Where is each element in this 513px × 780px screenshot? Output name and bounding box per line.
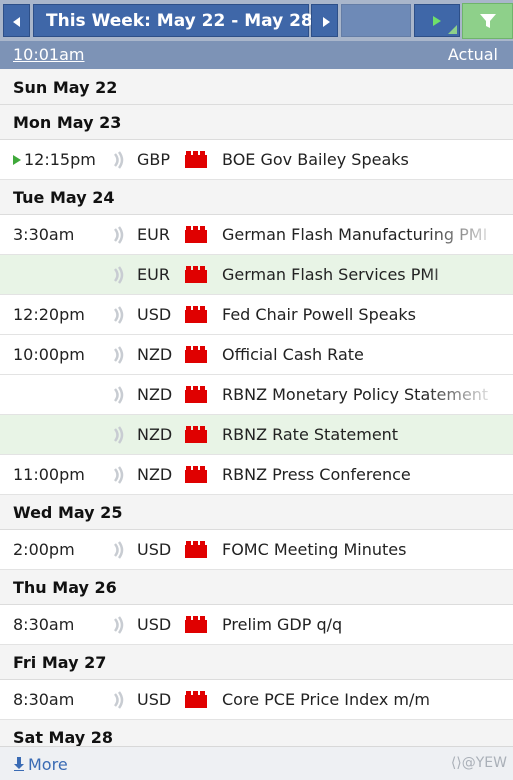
day-header: Thu May 26 <box>0 570 513 605</box>
current-time-link[interactable]: 10:01am <box>13 45 85 64</box>
event-title[interactable]: German Flash Services PMI <box>222 265 513 284</box>
sound-icon[interactable] <box>112 465 126 485</box>
event-row[interactable]: 12:20pm USD Fed Chair Powell Speaks <box>0 295 513 335</box>
event-row[interactable]: 8:30am USD Prelim GDP q/q <box>0 605 513 645</box>
sound-icon[interactable] <box>112 615 126 635</box>
watermark: ⟨⟩@YEW <box>450 755 507 771</box>
calendar-subheader: 10:01am Actual <box>0 41 513 69</box>
high-impact-folder-icon <box>185 151 207 168</box>
event-title[interactable]: Prelim GDP q/q <box>222 615 513 634</box>
play-icon <box>433 16 441 26</box>
sound-icon[interactable] <box>112 265 126 285</box>
event-currency: EUR <box>137 265 170 284</box>
high-impact-folder-icon <box>185 691 207 708</box>
high-impact-folder-icon <box>185 266 207 283</box>
filter-icon <box>480 14 496 28</box>
toolbar-spacer <box>341 4 411 37</box>
day-header: Mon May 23 <box>0 105 513 140</box>
event-title[interactable]: RBNZ Rate Statement <box>222 425 513 444</box>
arrow-left-icon <box>13 17 20 27</box>
event-row[interactable]: 11:00pm NZD RBNZ Press Conference <box>0 455 513 495</box>
event-title[interactable]: FOMC Meeting Minutes <box>222 540 513 559</box>
event-currency: USD <box>137 615 172 634</box>
event-currency: USD <box>137 305 172 324</box>
event-row[interactable]: NZD RBNZ Rate Statement <box>0 415 513 455</box>
event-currency: NZD <box>137 345 173 364</box>
event-time: 10:00pm <box>13 345 85 364</box>
day-header: Tue May 24 <box>0 180 513 215</box>
event-row[interactable]: NZD RBNZ Monetary Policy Statement <box>0 375 513 415</box>
more-footer: More ⟨⟩@YEW <box>0 746 513 780</box>
high-impact-folder-icon <box>185 386 207 403</box>
event-row[interactable]: 3:30am EUR German Flash Manufacturing PMI <box>0 215 513 255</box>
event-time: 11:00pm <box>13 465 85 484</box>
event-title[interactable]: RBNZ Press Conference <box>222 465 513 484</box>
event-title[interactable]: Core PCE Price Index m/m <box>222 690 513 709</box>
sound-icon[interactable] <box>112 150 126 170</box>
event-row[interactable]: 10:00pm NZD Official Cash Rate <box>0 335 513 375</box>
event-title[interactable]: BOE Gov Bailey Speaks <box>222 150 513 169</box>
next-week-button[interactable] <box>311 4 338 37</box>
event-time: 2:00pm <box>13 540 75 559</box>
sound-icon[interactable] <box>112 385 126 405</box>
high-impact-folder-icon <box>185 616 207 633</box>
high-impact-folder-icon <box>185 346 207 363</box>
event-time: 12:15pm <box>24 150 96 169</box>
event-time: 8:30am <box>13 690 75 709</box>
day-header: Sun May 22 <box>0 69 513 105</box>
event-currency: EUR <box>137 225 170 244</box>
event-row[interactable]: 8:30am USD Core PCE Price Index m/m <box>0 680 513 720</box>
day-header: Fri May 27 <box>0 645 513 680</box>
filter-button[interactable] <box>462 3 513 39</box>
play-button[interactable] <box>414 4 460 37</box>
event-row[interactable]: 2:00pm USD FOMC Meeting Minutes <box>0 530 513 570</box>
corner-indicator-icon <box>448 25 457 34</box>
event-time: 12:20pm <box>13 305 85 324</box>
event-title[interactable]: Fed Chair Powell Speaks <box>222 305 513 324</box>
week-title[interactable]: This Week: May 22 - May 28 <box>33 4 313 37</box>
sound-icon[interactable] <box>112 345 126 365</box>
high-impact-folder-icon <box>185 541 207 558</box>
event-currency: USD <box>137 690 172 709</box>
event-currency: NZD <box>137 465 173 484</box>
event-title[interactable]: German Flash Manufacturing PMI <box>222 225 513 244</box>
week-toolbar: This Week: May 22 - May 28 <box>0 0 513 41</box>
event-currency: USD <box>137 540 172 559</box>
next-event-marker-icon <box>13 155 21 165</box>
more-link[interactable]: More <box>28 755 68 774</box>
previous-week-button[interactable] <box>3 4 30 37</box>
event-currency: NZD <box>137 425 173 444</box>
event-title[interactable]: RBNZ Monetary Policy Statement <box>222 385 513 404</box>
sound-icon[interactable] <box>112 225 126 245</box>
event-title[interactable]: Official Cash Rate <box>222 345 513 364</box>
sound-icon[interactable] <box>112 305 126 325</box>
high-impact-folder-icon <box>185 426 207 443</box>
high-impact-folder-icon <box>185 306 207 323</box>
sound-icon[interactable] <box>112 690 126 710</box>
arrow-right-icon <box>323 17 330 27</box>
actual-column-header: Actual <box>447 45 498 64</box>
event-list: Sun May 22 Mon May 23 12:15pm GBP BOE Gov Ba… <box>0 69 513 755</box>
event-row[interactable]: EUR German Flash Services PMI <box>0 255 513 295</box>
high-impact-folder-icon <box>185 466 207 483</box>
sound-icon[interactable] <box>112 540 126 560</box>
event-currency: NZD <box>137 385 173 404</box>
sound-icon[interactable] <box>112 425 126 445</box>
event-time: 3:30am <box>13 225 75 244</box>
download-arrow-icon <box>13 756 25 775</box>
day-header: Wed May 25 <box>0 495 513 530</box>
event-time: 8:30am <box>13 615 75 634</box>
event-currency: GBP <box>137 150 171 169</box>
event-row[interactable]: 12:15pm GBP BOE Gov Bailey Speaks <box>0 140 513 180</box>
high-impact-folder-icon <box>185 226 207 243</box>
